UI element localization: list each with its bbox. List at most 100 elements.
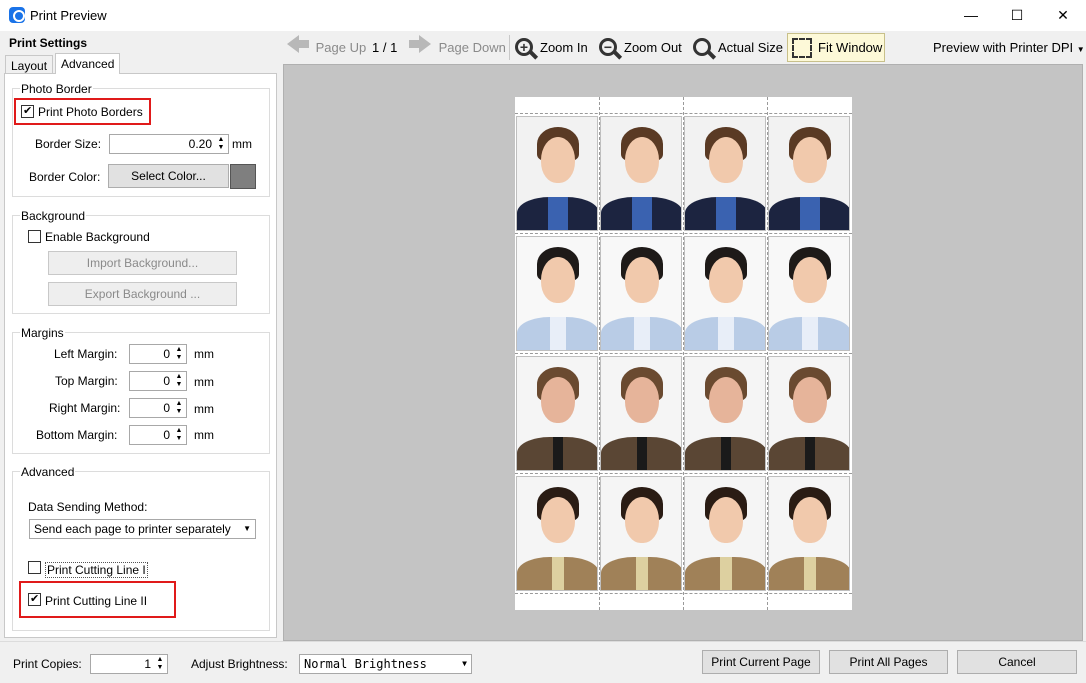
- left-margin-value: 0: [163, 347, 170, 361]
- actual-size-icon: [693, 37, 717, 60]
- advanced-tab-pane: Photo Border Print Photo Borders Border …: [4, 73, 277, 638]
- print-all-pages-button[interactable]: Print All Pages: [829, 650, 948, 674]
- cutting-line: [515, 113, 852, 114]
- zoom-in-button[interactable]: + Zoom In: [515, 31, 588, 64]
- photo-thumbnail: [600, 116, 682, 231]
- spinner-arrows-icon[interactable]: ▲ ▼: [174, 346, 184, 362]
- cutting-line: [515, 353, 852, 354]
- adjust-brightness-label: Adjust Brightness:: [191, 657, 288, 671]
- print-preview-area[interactable]: [283, 64, 1083, 641]
- maximize-button[interactable]: ☐: [994, 0, 1040, 31]
- export-background-button[interactable]: Export Background ...: [48, 282, 237, 306]
- close-button[interactable]: ✕: [1040, 0, 1086, 31]
- page-up-button[interactable]: Page Up: [287, 31, 366, 64]
- enable-background-checkbox[interactable]: [28, 230, 41, 243]
- tab-advanced[interactable]: Advanced: [55, 53, 121, 74]
- photo-thumbnail: [768, 236, 850, 351]
- border-color-swatch[interactable]: [230, 164, 256, 189]
- cutting-line: [515, 593, 852, 594]
- top-margin-label: Top Margin:: [55, 374, 118, 388]
- advanced-group: Advanced Data Sending Method: Send each …: [12, 465, 270, 631]
- advanced-group-label: Advanced: [20, 465, 76, 479]
- page-up-label: Page Up: [315, 40, 367, 55]
- printer-dpi-dropdown[interactable]: Preview with Printer DPI ▼: [933, 31, 1085, 64]
- print-settings-title: Print Settings: [9, 36, 88, 50]
- minimize-button[interactable]: —: [948, 0, 994, 31]
- bottom-margin-value: 0: [163, 428, 170, 442]
- chevron-down-icon: ▼: [243, 524, 251, 533]
- cutting-line-1-label[interactable]: Print Cutting Line I: [45, 562, 148, 578]
- photo-thumbnail: [684, 116, 766, 231]
- highlight-box: [19, 581, 176, 618]
- spinner-arrows-icon[interactable]: ▲ ▼: [174, 400, 184, 416]
- photo-border-group: Photo Border Print Photo Borders Border …: [12, 82, 270, 197]
- top-margin-unit: mm: [194, 375, 214, 389]
- chevron-down-icon: ▼: [462, 659, 467, 668]
- zoom-out-label: Zoom Out: [624, 40, 682, 55]
- right-margin-value: 0: [163, 401, 170, 415]
- photo-thumbnail: [600, 356, 682, 471]
- print-current-page-button[interactable]: Print Current Page: [702, 650, 820, 674]
- preview-page: [515, 97, 852, 610]
- left-margin-label: Left Margin:: [54, 347, 118, 361]
- bottom-margin-spinner[interactable]: 0 ▲ ▼: [129, 425, 187, 445]
- photo-thumbnail: [768, 476, 850, 591]
- zoom-in-label: Zoom In: [540, 40, 588, 55]
- left-margin-spinner[interactable]: 0 ▲ ▼: [129, 344, 187, 364]
- right-margin-spinner[interactable]: 0 ▲ ▼: [129, 398, 187, 418]
- top-margin-spinner[interactable]: 0 ▲ ▼: [129, 371, 187, 391]
- print-copies-value: 1: [144, 657, 151, 671]
- margins-group-label: Margins: [20, 326, 65, 340]
- fit-window-button[interactable]: Fit Window: [787, 33, 885, 62]
- border-size-unit: mm: [232, 137, 252, 151]
- page-down-label: Page Down: [438, 40, 506, 55]
- toolbar-divider: [509, 35, 510, 60]
- bottom-margin-unit: mm: [194, 428, 214, 442]
- zoom-out-button[interactable]: − Zoom Out: [599, 31, 682, 64]
- tab-layout[interactable]: Layout: [5, 55, 54, 74]
- print-settings-panel: Print Settings Layout Advanced Photo Bor…: [0, 31, 281, 641]
- select-color-button[interactable]: Select Color...: [108, 164, 229, 188]
- border-size-label: Border Size:: [35, 137, 102, 151]
- spinner-arrows-icon[interactable]: ▲ ▼: [216, 136, 226, 152]
- photo-thumbnail: [684, 356, 766, 471]
- spinner-arrows-icon[interactable]: ▲ ▼: [174, 427, 184, 443]
- enable-background-label[interactable]: Enable Background: [45, 230, 150, 244]
- cutting-line: [515, 233, 852, 234]
- background-group-label: Background: [20, 209, 87, 223]
- photo-thumbnail: [600, 476, 682, 591]
- right-margin-label: Right Margin:: [49, 401, 121, 415]
- spinner-arrows-icon[interactable]: ▲ ▼: [155, 656, 165, 672]
- zoom-out-icon: −: [599, 37, 623, 60]
- cutting-line-1-checkbox[interactable]: [28, 561, 41, 574]
- page-down-button[interactable]: Page Down: [409, 31, 506, 64]
- photo-thumbnail: [516, 116, 598, 231]
- actual-size-label: Actual Size: [718, 40, 784, 55]
- actual-size-button[interactable]: Actual Size: [693, 31, 783, 64]
- right-margin-unit: mm: [194, 402, 214, 416]
- brightness-value: Normal Brightness: [304, 657, 427, 671]
- border-color-label: Border Color:: [29, 170, 101, 184]
- app-icon: [9, 7, 25, 23]
- data-sending-select[interactable]: Send each page to printer separately ▼: [29, 519, 256, 539]
- brightness-select[interactable]: Normal Brightness ▼: [299, 654, 472, 674]
- arrow-right-icon: [409, 32, 431, 65]
- import-background-button[interactable]: Import Background...: [48, 251, 237, 275]
- photo-border-group-label: Photo Border: [20, 82, 93, 96]
- border-size-spinner[interactable]: 0.20 ▲ ▼: [109, 134, 229, 154]
- photo-thumbnail: [684, 476, 766, 591]
- cancel-button[interactable]: Cancel: [957, 650, 1077, 674]
- zoom-in-icon: +: [515, 37, 539, 60]
- bottom-bar: Print Copies: 1 ▲ ▼ Adjust Brightness: No…: [0, 641, 1086, 683]
- photo-thumbnail: [768, 116, 850, 231]
- background-group: Background Enable Background Import Back…: [12, 209, 270, 314]
- photo-thumbnail: [516, 236, 598, 351]
- data-sending-value: Send each page to printer separately: [34, 522, 231, 536]
- bottom-margin-label: Bottom Margin:: [36, 428, 118, 442]
- fit-window-label: Fit Window: [818, 40, 883, 55]
- print-copies-spinner[interactable]: 1 ▲ ▼: [90, 654, 168, 674]
- top-margin-value: 0: [163, 374, 170, 388]
- border-size-value: 0.20: [188, 137, 212, 151]
- spinner-arrows-icon[interactable]: ▲ ▼: [174, 373, 184, 389]
- photo-thumbnail: [516, 476, 598, 591]
